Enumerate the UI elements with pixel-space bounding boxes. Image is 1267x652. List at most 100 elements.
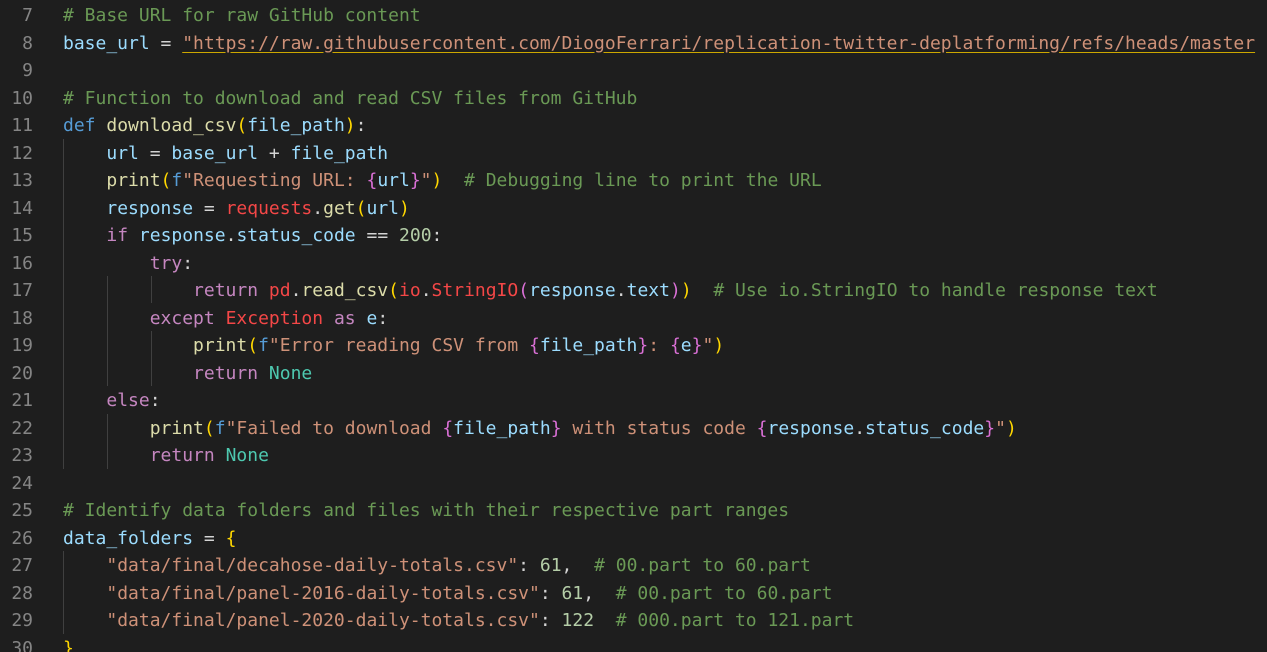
code-token: { [529,335,540,356]
code-line[interactable]: 9 [0,57,1267,85]
code-token: pd [268,280,291,301]
code-text: def download_csv(file_path): [63,112,366,140]
line-number: 15 [11,225,33,246]
code-text: base_url = "https://raw.githubuserconten… [63,30,1255,58]
code-token: None [268,362,313,384]
line-number: 18 [11,307,33,329]
code-token: . [420,280,432,301]
code-token: return [193,362,259,384]
code-line[interactable]: 18 except Exception as e: [0,305,1267,333]
code-token: ( [160,170,172,191]
code-token: { [442,417,454,439]
code-token: . [290,280,302,301]
code-text: print(f"Requesting URL: {url}") # Debugg… [63,167,821,195]
code-line[interactable]: 27 "data/final/decahose-daily-totals.csv… [0,552,1267,580]
code-token: "data/final/panel-2016-daily-totals.csv" [106,582,540,604]
code-token: { [669,335,681,356]
code-token: Exception [225,307,324,329]
code-line[interactable]: 11 def download_csv(file_path): [0,112,1267,140]
line-number: 12 [11,142,33,164]
code-token: f [258,335,269,356]
code-line[interactable]: 14 response = requests.get(url) [0,195,1267,223]
code-token: file_path [453,417,551,439]
code-token: " [702,335,714,356]
code-line[interactable]: 8 base_url = "https://raw.githubuserconte… [0,30,1267,58]
code-token: : [539,582,562,604]
code-line[interactable]: 21 else: [0,387,1267,415]
code-token: # Base URL for raw GitHub content [63,5,421,26]
code-token: # Function to download and read CSV file… [63,87,638,109]
code-token: ) [1005,417,1017,439]
code-line[interactable]: 20 return None [0,360,1267,388]
code-token: url [377,170,410,191]
code-text: else: [63,387,160,415]
code-token: } [550,417,562,439]
code-line[interactable]: 25 # Identify data folders and files with… [0,497,1267,525]
line-number: 19 [11,335,33,356]
code-line[interactable]: 26 data_folders = { [0,525,1267,553]
code-line[interactable]: 15 if response.status_code == 200: [0,222,1267,250]
code-token: file_path [247,115,345,136]
code-token: "Error reading CSV from [268,335,530,356]
code-token: : [182,252,194,274]
code-token: , [561,555,595,576]
line-number: 8 [22,32,33,54]
code-token: # 00.part to 60.part [594,555,811,576]
code-text: print(f"Error reading CSV from {file_pat… [63,332,724,360]
code-line[interactable]: 30} [0,635,1267,652]
code-token: as [333,307,356,329]
line-number: 30 [11,637,33,652]
code-token: 200 [399,225,432,246]
code-token: = [193,197,226,219]
code-token: { [366,170,378,191]
code-line[interactable]: 22 print(f"Failed to download {file_path… [0,415,1267,443]
code-line[interactable]: 10 # Function to download and read CSV fi… [0,85,1267,113]
code-token: response [106,197,194,219]
line-number: 25 [11,500,33,521]
code-line[interactable]: 24 [0,470,1267,498]
code-token: } [409,170,421,191]
line-number: 22 [11,417,33,439]
code-token: } [984,417,996,439]
code-line[interactable]: 17 return pd.read_csv(io.StringIO(respon… [0,277,1267,305]
line-number: 26 [11,527,33,549]
code-line[interactable]: 29 "data/final/panel-2020-daily-totals.c… [0,607,1267,635]
code-token: { [756,417,768,439]
code-token: : [539,610,562,631]
code-token: f [171,170,183,191]
code-text: if response.status_code == 200: [63,222,442,250]
code-token: file_path [290,142,389,164]
code-text: data_folders = { [63,525,236,553]
code-line[interactable]: 28 "data/final/panel-2016-daily-totals.c… [0,580,1267,608]
code-token: ( [518,280,530,301]
code-text: "data/final/panel-2016-daily-totals.csv"… [63,580,832,608]
code-token: ) [680,280,692,301]
code-token: print [149,417,204,439]
code-token: base_url [171,142,259,164]
code-token: } [691,335,703,356]
code-line[interactable]: 19 print(f"Error reading CSV from {file_… [0,332,1267,360]
code-token: requests [225,197,313,219]
code-line[interactable]: 7 # Base URL for raw GitHub content [0,2,1267,30]
code-line[interactable]: 13 print(f"Requesting URL: {url}") # Deb… [0,167,1267,195]
code-line[interactable]: 23 return None [0,442,1267,470]
code-text: return None [63,442,269,470]
code-line[interactable]: 16 try: [0,250,1267,278]
code-editor[interactable]: 7 # Base URL for raw GitHub content 8 base_… [0,0,1267,652]
line-number: 10 [11,87,33,109]
code-token: e [366,307,378,329]
code-token: ) [399,197,410,219]
line-number: 28 [11,582,33,604]
code-line[interactable]: 12 url = base_url + file_path [0,140,1267,168]
